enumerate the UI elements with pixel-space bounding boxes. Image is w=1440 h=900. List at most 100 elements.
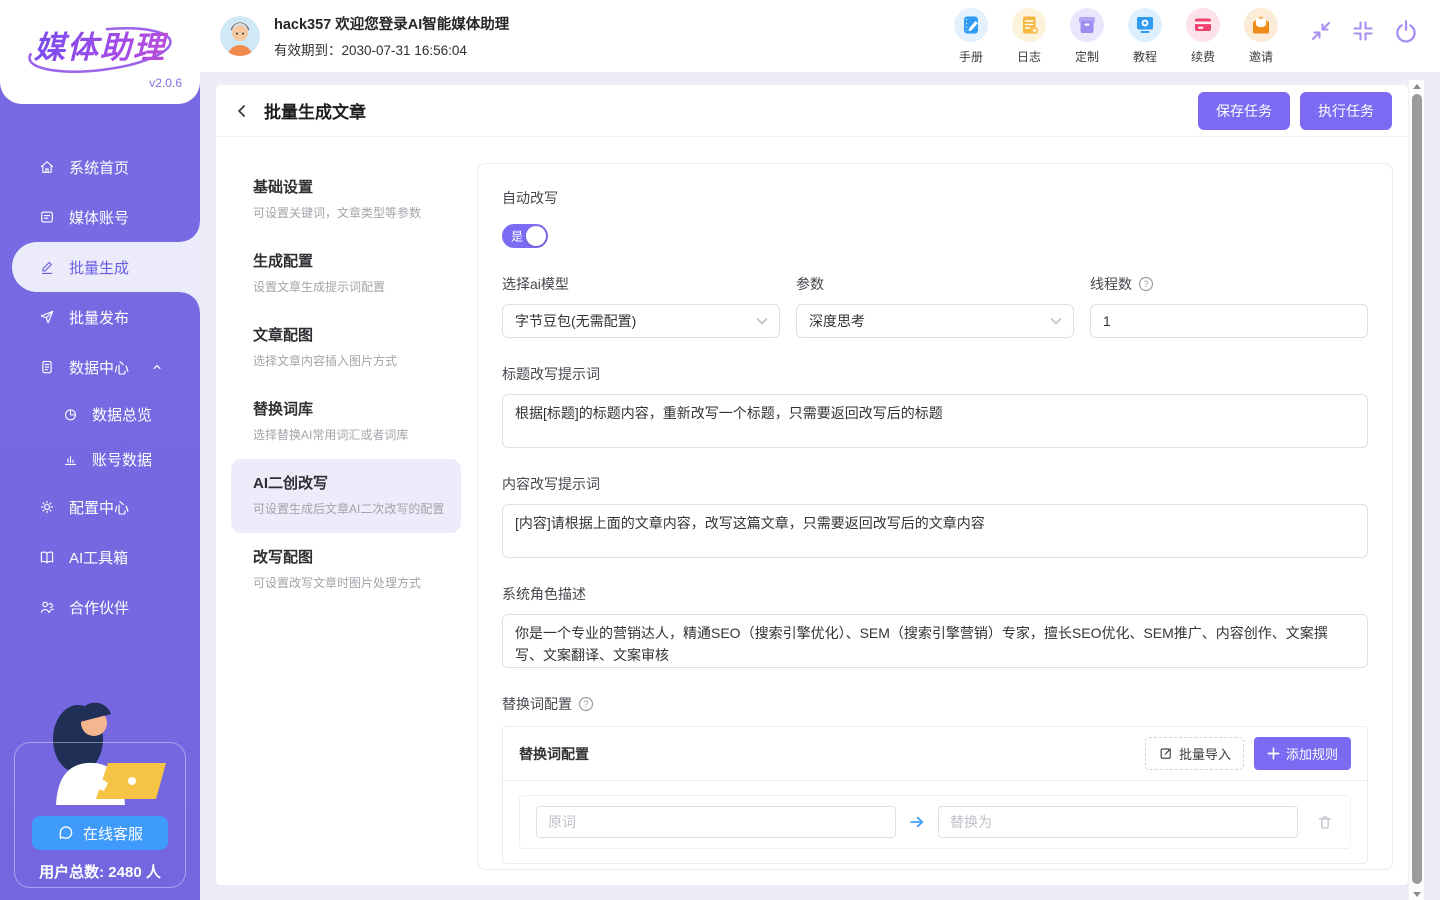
online-support-label: 在线客服 — [83, 823, 143, 844]
step-desc: 选择替换AI常用词汇或者词库 — [253, 426, 445, 444]
replace-box-title: 替换词配置 — [519, 744, 589, 764]
pie-chart-icon — [62, 406, 79, 423]
sidebar-item-config-center[interactable]: 配置中心 — [12, 482, 200, 532]
main-area: 批量生成文章 保存任务 执行任务 基础设置 可设置关键词，文章类型等参数 生成配… — [200, 72, 1440, 900]
run-task-button[interactable]: 执行任务 — [1300, 92, 1392, 130]
add-rule-button[interactable]: 添加规则 — [1254, 737, 1351, 770]
step-rewrite-images[interactable]: 改写配图 可设置改写文章时图片处理方式 — [231, 533, 461, 607]
step-desc: 可设置生成后文章AI二次改写的配置 — [253, 500, 445, 518]
sidebar-item-batch-publish[interactable]: 批量发布 — [12, 292, 200, 342]
power-icon[interactable] — [1392, 17, 1420, 45]
quick-link-log[interactable]: 日志 — [1004, 8, 1054, 65]
field-param: 参数 — [796, 274, 1074, 338]
sidebar-item-data-overview[interactable]: 数据总览 — [12, 392, 200, 437]
step-article-images[interactable]: 文章配图 选择文章内容插入图片方式 — [231, 311, 461, 385]
step-ai-rewrite[interactable]: AI二创改写 可设置生成后文章AI二次改写的配置 — [231, 459, 461, 533]
open-book-icon — [38, 548, 56, 566]
compress-icon[interactable] — [1350, 18, 1376, 44]
param-label: 参数 — [796, 274, 1074, 294]
invite-icon — [1244, 8, 1278, 42]
trash-icon[interactable] — [1316, 813, 1334, 831]
step-title: 基础设置 — [253, 176, 445, 197]
arrow-right-icon — [908, 813, 926, 831]
bar-chart-icon — [62, 451, 79, 468]
content-prompt-textarea[interactable]: [内容]请根据上面的文章内容，改写这篇文章，只需要返回改写后的文章内容 — [502, 504, 1368, 558]
collapse-icon[interactable] — [1308, 18, 1334, 44]
step-generate-config[interactable]: 生成配置 设置文章生成提示词配置 — [231, 237, 461, 311]
app-logo-text: 媒体助理 — [0, 22, 200, 67]
window-controls — [1308, 17, 1420, 45]
quick-link-invite[interactable]: 邀请 — [1236, 8, 1286, 65]
param-select[interactable] — [796, 304, 1074, 338]
sidebar-item-label: 批量发布 — [69, 307, 129, 328]
page-body: 基础设置 可设置关键词，文章类型等参数 生成配置 设置文章生成提示词配置 文章配… — [216, 137, 1408, 870]
replace-box-body — [503, 781, 1367, 863]
scrollbar-thumb[interactable] — [1412, 94, 1422, 884]
sidebar-item-account-data[interactable]: 账号数据 — [12, 437, 200, 482]
step-desc: 设置文章生成提示词配置 — [253, 278, 445, 296]
quick-link-label: 教程 — [1120, 48, 1170, 65]
field-model: 选择ai模型 — [502, 274, 780, 338]
sidebar-item-media-accounts[interactable]: 媒体账号 — [12, 192, 200, 242]
original-word-input[interactable] — [536, 806, 896, 838]
auto-rewrite-label: 自动改写 — [502, 188, 1368, 208]
welcome-text: hack357 欢迎您登录AI智能媒体助理 — [274, 13, 509, 34]
media-account-icon — [38, 208, 56, 226]
threads-input[interactable] — [1090, 304, 1368, 338]
sidebar-menu: 系统首页 媒体账号 批量生成 批量发布 数据中心 数据总览 账号数据 — [0, 142, 200, 632]
quick-link-tutorial[interactable]: 教程 — [1120, 8, 1170, 65]
steps-panel: 基础设置 可设置关键词，文章类型等参数 生成配置 设置文章生成提示词配置 文章配… — [231, 163, 461, 870]
total-users-text: 用户总数: 2480 人 — [0, 861, 200, 882]
quick-link-label: 日志 — [1004, 48, 1054, 65]
batch-import-button[interactable]: 批量导入 — [1145, 737, 1244, 770]
field-threads: 线程数 ? — [1090, 274, 1368, 338]
user-avatar[interactable] — [220, 16, 260, 56]
toggle-on-text: 是 — [511, 228, 523, 245]
back-icon[interactable] — [232, 101, 252, 121]
step-replace-lexicon[interactable]: 替换词库 选择替换AI常用词汇或者词库 — [231, 385, 461, 459]
sidebar-item-data-center[interactable]: 数据中心 — [12, 342, 200, 392]
help-icon[interactable]: ? — [1138, 276, 1154, 292]
scroll-down-arrow[interactable] — [1409, 888, 1425, 900]
help-icon[interactable]: ? — [578, 696, 594, 712]
tutorial-icon — [1128, 8, 1162, 42]
model-label: 选择ai模型 — [502, 274, 780, 294]
sidebar-item-partners[interactable]: 合作伙伴 — [12, 582, 200, 632]
step-title: AI二创改写 — [253, 472, 445, 493]
step-title: 生成配置 — [253, 250, 445, 271]
replace-with-input[interactable] — [938, 806, 1298, 838]
online-support-button[interactable]: 在线客服 — [32, 816, 168, 850]
data-center-icon — [38, 358, 56, 376]
sidebar-item-home[interactable]: 系统首页 — [12, 142, 200, 192]
pencil-icon — [38, 258, 56, 276]
title-prompt-textarea[interactable]: 根据[标题]的标题内容，重新改写一个标题，只需要返回改写后的标题 — [502, 394, 1368, 448]
sidebar-item-label: AI工具箱 — [69, 547, 128, 568]
log-icon — [1012, 8, 1046, 42]
step-desc: 可设置改写文章时图片处理方式 — [253, 574, 445, 592]
add-rule-label: 添加规则 — [1286, 744, 1338, 763]
scroll-up-arrow[interactable] — [1409, 80, 1425, 92]
quick-link-custom[interactable]: 定制 — [1062, 8, 1112, 65]
quick-link-renew[interactable]: 续费 — [1178, 8, 1228, 65]
step-title: 替换词库 — [253, 398, 445, 419]
step-basic-settings[interactable]: 基础设置 可设置关键词，文章类型等参数 — [231, 163, 461, 237]
logo: 媒体助理 v2.0.6 — [0, 0, 200, 104]
quick-link-label: 手册 — [946, 48, 996, 65]
sidebar-item-ai-toolbox[interactable]: AI工具箱 — [12, 532, 200, 582]
save-task-button[interactable]: 保存任务 — [1198, 92, 1290, 130]
sidebar-item-label: 配置中心 — [69, 497, 129, 518]
top-bar: hack357 欢迎您登录AI智能媒体助理 有效期到：2030-07-31 16… — [200, 0, 1440, 72]
user-info: hack357 欢迎您登录AI智能媒体助理 有效期到：2030-07-31 16… — [274, 13, 509, 59]
auto-rewrite-toggle[interactable]: 是 — [502, 224, 548, 248]
quick-link-manual[interactable]: 手册 — [946, 8, 996, 65]
plus-icon — [1267, 747, 1280, 760]
sidebar-item-batch-generate[interactable]: 批量生成 — [12, 242, 200, 292]
toggle-knob — [526, 226, 546, 246]
sidebar-item-label: 系统首页 — [69, 157, 129, 178]
replace-rule-row — [519, 795, 1351, 849]
svg-text:?: ? — [1143, 279, 1148, 289]
sidebar-item-label: 数据中心 — [69, 357, 129, 378]
page-actions: 保存任务 执行任务 — [1198, 92, 1392, 130]
model-select[interactable] — [502, 304, 780, 338]
system-role-textarea[interactable]: 你是一个专业的营销达人，精通SEO（搜索引擎优化）、SEM（搜索引擎营销）专家，… — [502, 614, 1368, 668]
